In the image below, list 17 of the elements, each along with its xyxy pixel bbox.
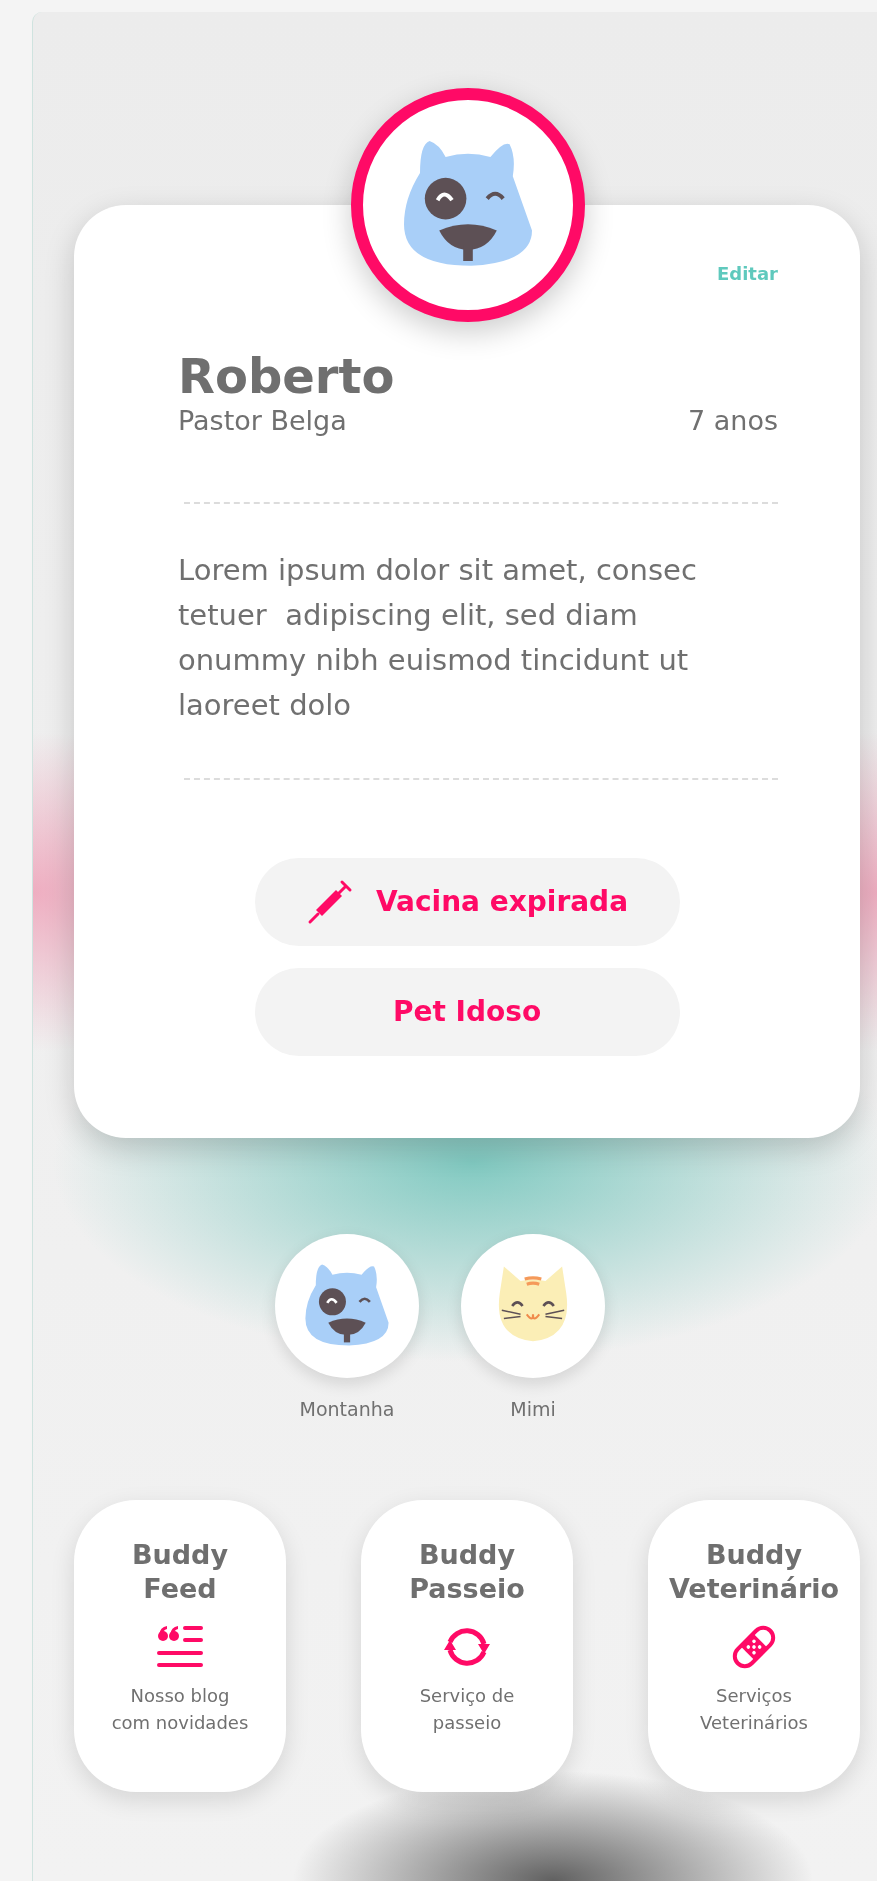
pet-breed: Pastor Belga [178, 404, 347, 436]
service-card[interactable]: Buddy Veterinário Serviços Veterinários [648, 1500, 860, 1792]
service-title: Buddy Passeio [409, 1538, 525, 1606]
pet-description: Lorem ipsum dolor sit amet, consec tetuer adipiscing elit, sed diam onummy nibh euismod tincidunt ut laoreet dolo [178, 551, 698, 724]
service-card[interactable]: Buddy Feed Nosso blog com novidades [74, 1500, 286, 1792]
pet-switch-name: Mimi [510, 1398, 556, 1420]
pet-switch-name: Montanha [299, 1398, 395, 1420]
service-description: Nosso blog com novidades [111, 1683, 249, 1735]
pet-name: Roberto [178, 350, 396, 403]
service-description: Serviço de passeio [419, 1683, 515, 1735]
status-tag[interactable]: Pet Idoso [254, 967, 680, 1056]
service-title: Buddy Feed [131, 1538, 229, 1606]
vaccine-tag[interactable]: Vacina expirada [254, 857, 680, 946]
pet-age: 7 anos [688, 404, 778, 436]
service-title: Buddy Veterinário [668, 1538, 840, 1606]
service-description: Serviços Veterinários [700, 1683, 808, 1735]
service-card[interactable]: Buddy Passeio Serviço de passeio [361, 1500, 573, 1792]
